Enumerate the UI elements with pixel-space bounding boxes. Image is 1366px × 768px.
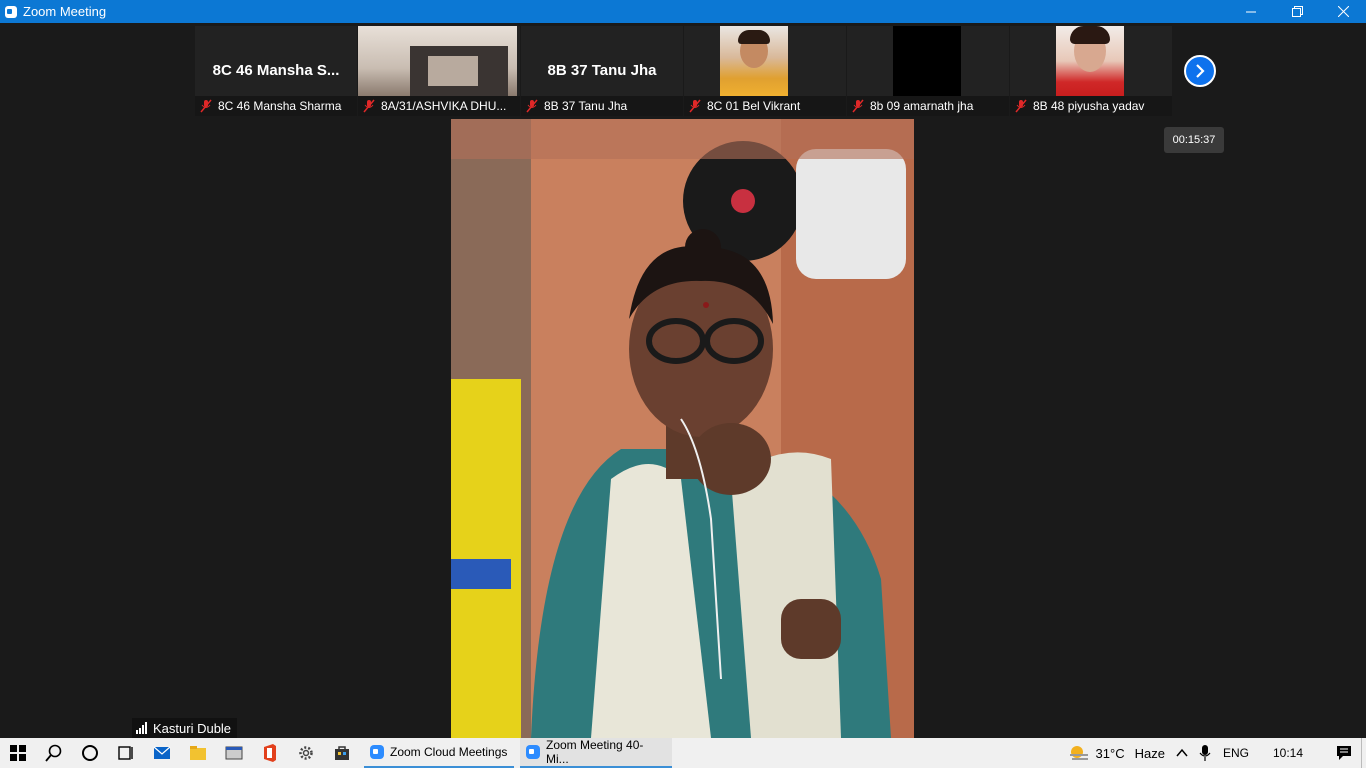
microphone-muted-icon (1014, 99, 1028, 113)
active-speaker-video[interactable] (451, 119, 914, 738)
restore-icon (1291, 6, 1303, 17)
title-bar: Zoom Meeting (0, 0, 1366, 23)
participant-tile[interactable]: 8C 46 Mansha S... 8C 46 Mansha Sharma (195, 26, 357, 116)
pinned-app-button[interactable] (216, 738, 252, 768)
meeting-timer: 00:15:37 (1164, 127, 1224, 153)
zoom-app-icon (5, 5, 17, 18)
system-tray: 31°C Haze ENG 10:14 (1068, 738, 1366, 768)
task-view-icon (118, 746, 133, 760)
participant-name-display: 8C 46 Mansha S... (212, 62, 340, 79)
participant-name-display: 8B 37 Tanu Jha (547, 62, 657, 79)
taskbar-clock[interactable]: 10:14 (1273, 746, 1303, 760)
store-app-button[interactable] (324, 738, 360, 768)
participant-tile[interactable]: 8b 09 amarnath jha (847, 26, 1009, 116)
file-explorer-button[interactable] (180, 738, 216, 768)
microphone-muted-icon (688, 99, 702, 113)
participant-label-text: 8B 37 Tanu Jha (544, 99, 628, 113)
taskbar-app-zoom-meeting[interactable]: Zoom Meeting 40-Mi... (520, 738, 672, 768)
notification-icon (1337, 746, 1351, 760)
participant-label-text: 8C 01 Bel Vikrant (707, 99, 801, 113)
chevron-up-icon[interactable] (1175, 746, 1189, 760)
office-app-button[interactable] (252, 738, 288, 768)
participant-label-text: 8b 09 amarnath jha (870, 99, 974, 113)
chevron-right-icon (1196, 64, 1205, 78)
taskbar: Zoom Cloud Meetings Zoom Meeting 40-Mi..… (0, 738, 1366, 768)
active-speaker-name: Kasturi Duble (153, 720, 232, 736)
settings-button[interactable] (288, 738, 324, 768)
restore-button[interactable] (1274, 0, 1320, 23)
participant-label: 8b 09 amarnath jha (847, 96, 1009, 116)
close-icon (1337, 6, 1349, 17)
weather-condition[interactable]: Haze (1135, 746, 1165, 761)
window-title: Zoom Meeting (23, 4, 107, 19)
participant-video (893, 26, 961, 96)
participant-label: 8B 48 piyusha yadav (1010, 96, 1172, 116)
office-icon (264, 744, 276, 762)
zoom-icon (370, 745, 384, 759)
taskbar-app-zoom-cloud-meetings[interactable]: Zoom Cloud Meetings (364, 738, 514, 768)
participant-tile[interactable]: 8B 37 Tanu Jha 8B 37 Tanu Jha (521, 26, 683, 116)
participant-label-text: 8B 48 piyusha yadav (1033, 99, 1145, 113)
action-center-button[interactable] (1327, 738, 1361, 768)
microphone-muted-icon (362, 99, 376, 113)
cortana-icon (82, 745, 98, 761)
participant-strip: 8C 46 Mansha S... 8C 46 Mansha Sharma 8A… (195, 26, 1173, 116)
participant-label: 8C 46 Mansha Sharma (195, 96, 357, 116)
start-button[interactable] (0, 738, 36, 768)
mail-app-button[interactable] (144, 738, 180, 768)
weather-haze-icon[interactable] (1068, 744, 1090, 762)
shopping-bag-icon (335, 746, 349, 760)
speaker-video-frame (451, 119, 914, 738)
task-view-button[interactable] (108, 738, 144, 768)
input-language[interactable]: ENG (1223, 746, 1249, 760)
window-controls (1228, 0, 1366, 23)
gear-icon (299, 746, 313, 760)
participant-tile[interactable]: 8C 01 Bel Vikrant (684, 26, 846, 116)
taskbar-app-label: Zoom Meeting 40-Mi... (546, 738, 644, 766)
search-button[interactable] (36, 738, 72, 768)
microphone-muted-icon (525, 99, 539, 113)
participant-tile[interactable]: 8B 48 piyusha yadav (1010, 26, 1172, 116)
microphone-muted-icon (199, 99, 213, 113)
weather-temperature[interactable]: 31°C (1096, 746, 1125, 761)
folder-icon (190, 746, 206, 760)
close-button[interactable] (1320, 0, 1366, 23)
participant-video (1056, 26, 1124, 96)
zoom-icon (526, 745, 540, 759)
app-window-icon (225, 746, 243, 760)
taskbar-app-label: Zoom Cloud Meetings (390, 745, 508, 759)
participant-label: 8B 37 Tanu Jha (521, 96, 683, 116)
signal-strength-icon (136, 722, 148, 734)
windows-icon (10, 745, 26, 761)
next-page-button[interactable] (1184, 55, 1216, 87)
participant-video (358, 26, 517, 96)
show-desktop-button[interactable] (1361, 738, 1366, 768)
mail-icon (153, 746, 171, 759)
search-icon (45, 744, 62, 762)
cortana-button[interactable] (72, 738, 108, 768)
participant-label: 8A/31/ASHVIKA DHU... (358, 96, 520, 116)
minimize-button[interactable] (1228, 0, 1274, 23)
participant-label-text: 8A/31/ASHVIKA DHU... (381, 99, 507, 113)
minimize-icon (1246, 11, 1256, 12)
participant-tile[interactable]: 8A/31/ASHVIKA DHU... (358, 26, 520, 116)
participant-video (720, 26, 788, 96)
microphone-icon[interactable] (1199, 745, 1211, 761)
participant-label-text: 8C 46 Mansha Sharma (218, 99, 342, 113)
active-speaker-label: Kasturi Duble (132, 718, 238, 738)
microphone-muted-icon (851, 99, 865, 113)
participant-label: 8C 01 Bel Vikrant (684, 96, 846, 116)
